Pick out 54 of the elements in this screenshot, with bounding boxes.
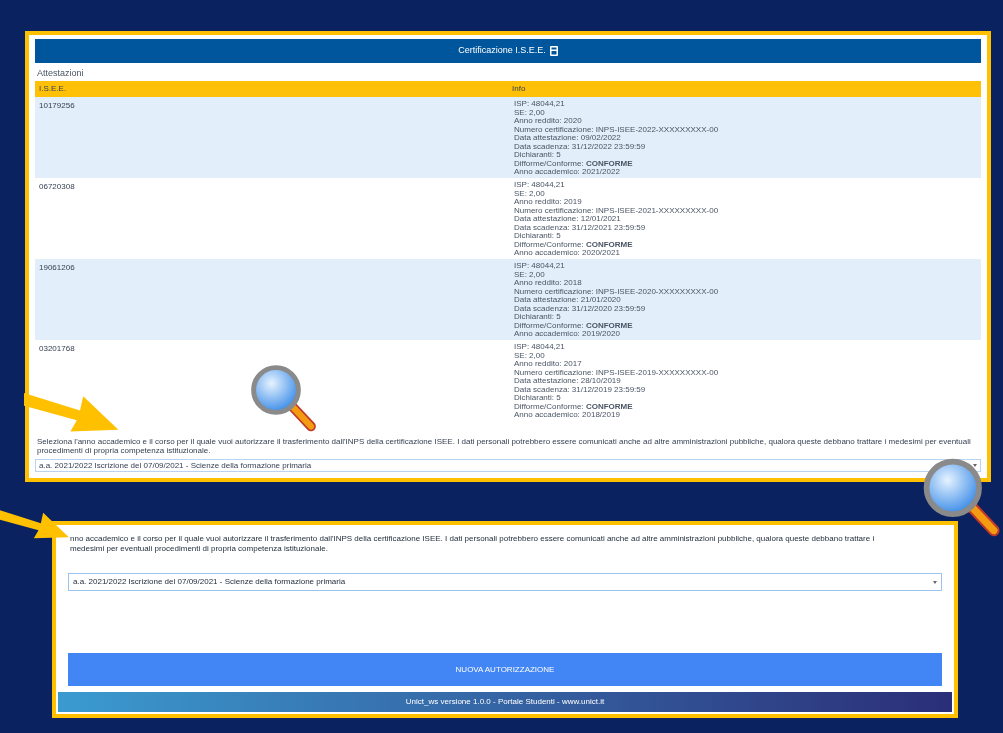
info-line: Difforme/Conforme: CONFORME — [514, 321, 633, 330]
info-line: Data scadenza: 31/12/2021 23:59:59 — [514, 223, 646, 232]
info-line: Numero certificazione: INPS-ISEE-2020-XXXXXXXXX-00 — [514, 287, 719, 296]
info-line: SE: 2,00 — [514, 189, 545, 198]
instruction-text: Seleziona l'anno accademico e il corso per il quale vuoi autorizzare il trasferimento dall'INPS della certificazione ISEE. I dati personali potrebbero essere comunicati anche ad altre amministrazioni pubbliche, qualora queste debbano trattare i medesimi per eventuali procedimenti di propria competenza istituzionale. — [36, 437, 972, 455]
info-line: Anno accademico: 2018/2019 — [514, 411, 620, 420]
info-line: Anno accademico: 2020/2021 — [514, 249, 620, 258]
info-line: Data attestazione: 12/01/2021 — [514, 215, 621, 224]
column-header: I.S.E.E. — [38, 83, 68, 95]
info-line: Data attestazione: 28/10/2019 — [514, 377, 621, 386]
info-line: Numero certificazione: INPS-ISEE-2021-XXXXXXXXX-00 — [514, 206, 719, 215]
info-line: Dichiaranti: 5 — [514, 394, 561, 403]
info-line: Data attestazione: 21/01/2020 — [514, 296, 621, 305]
new-authorization-button[interactable]: NUOVA AUTORIZZAZIONE — [68, 653, 942, 686]
info-line: Anno accademico: 2021/2022 — [514, 168, 620, 177]
info-line: Dichiaranti: 5 — [514, 151, 561, 160]
info-line: Difforme/Conforme: CONFORME — [514, 159, 633, 168]
info-line: Anno reddito: 2020 — [514, 117, 582, 126]
isee-value: 19061206 — [38, 262, 76, 274]
caret-icon — [933, 580, 937, 584]
section-title: Attestazioni — [37, 66, 84, 80]
footer-text: Unict_ws versione 1.0.0 - Portale Studenti - www.unict.it — [405, 696, 605, 708]
info-line: Numero certificazione: INPS-ISEE-2019-XXXXXXXXX-00 — [514, 368, 719, 377]
info-line: SE: 2,00 — [514, 351, 545, 360]
info-line: Anno reddito: 2018 — [514, 279, 582, 288]
info-line: Anno reddito: 2019 — [514, 198, 582, 207]
info-line: Numero certificazione: INPS-ISEE-2022-XXXXXXXXX-00 — [514, 125, 719, 134]
info-line: SE: 2,00 — [514, 108, 545, 117]
isee-value: 03201768 — [38, 343, 76, 355]
info-line: Data scadenza: 31/12/2022 23:59:59 — [514, 142, 646, 151]
info-line: Difforme/Conforme: CONFORME — [514, 402, 633, 411]
magnifier-icon — [248, 362, 318, 432]
caret-icon — [973, 464, 977, 467]
course-select[interactable]: a.a. 2021/2022 Iscrizione del 07/09/2021 - Scienze della formazione primaria — [68, 573, 942, 591]
info-line: Data attestazione: 09/02/2022 — [514, 134, 621, 143]
info-line: Anno accademico: 2019/2020 — [514, 330, 620, 339]
info-line: Dichiaranti: 5 — [514, 232, 561, 241]
column-header: Info — [511, 83, 527, 95]
isee-value: 10179256 — [38, 100, 76, 112]
info-line: Dichiaranti: 5 — [514, 313, 561, 322]
info-line: ISP: 48044,21 — [514, 100, 565, 109]
calculator-icon — [549, 46, 558, 56]
header-title: Certificazione I.S.E.E. — [458, 44, 546, 58]
instruction-text: nno accademico e il corso per il quale vuoi autorizzare il trasferimento dall'INPS della certificazione ISEE. I dati personali potrebbero essere comunicati anche ad altre amministrazioni pubbliche, qualora queste debbano trattare i medesimi per eventuali procedimenti di propria competenza istituzionale. — [70, 534, 876, 554]
info-line: ISP: 48044,21 — [514, 343, 565, 352]
info-line: ISP: 48044,21 — [514, 181, 565, 190]
info-line: SE: 2,00 — [514, 270, 545, 279]
isee-value: 06720308 — [38, 181, 76, 193]
info-line: Anno reddito: 2017 — [514, 360, 582, 369]
info-line: Data scadenza: 31/12/2020 23:59:59 — [514, 304, 646, 313]
info-line: Difforme/Conforme: CONFORME — [514, 240, 633, 249]
info-line: Data scadenza: 31/12/2019 23:59:59 — [514, 385, 646, 394]
course-select[interactable]: a.a. 2021/2022 Iscrizione del 07/09/2021 - Scienze della formazione primaria — [35, 459, 981, 472]
info-line: ISP: 48044,21 — [514, 262, 565, 271]
